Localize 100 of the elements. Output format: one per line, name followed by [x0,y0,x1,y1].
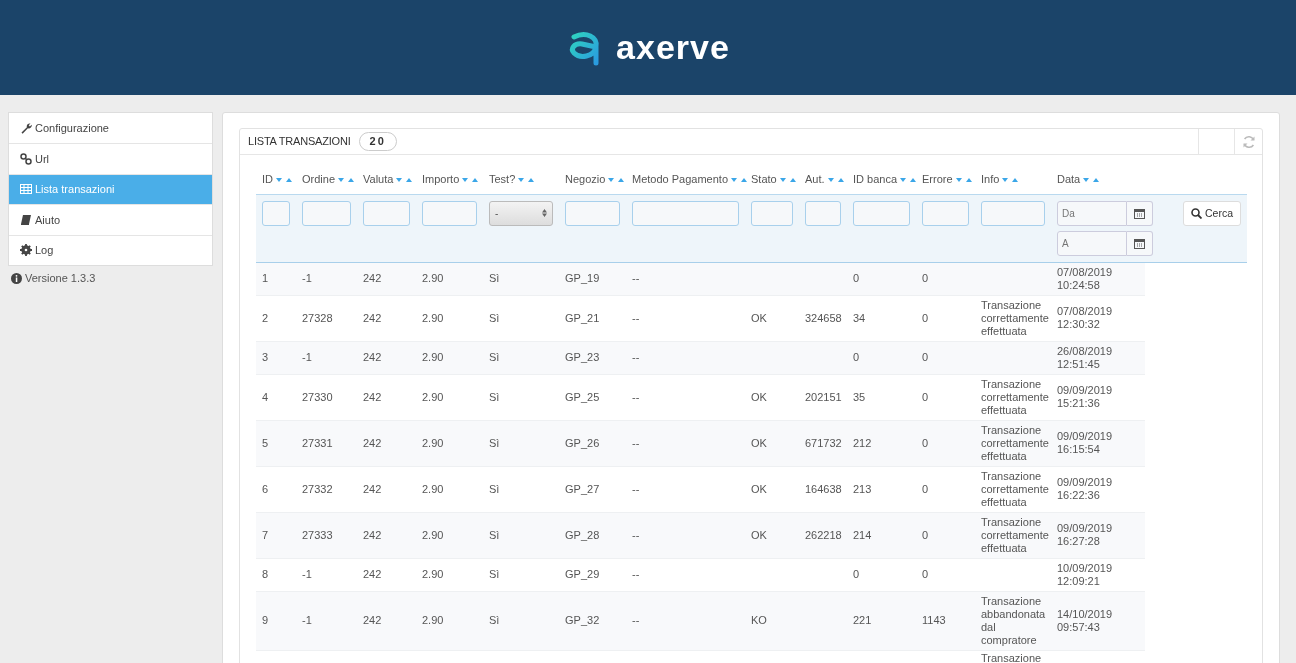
table-cell: 09/09/2019 16:15:54 [1057,430,1113,455]
table-cell: 6 [262,482,269,495]
column-header[interactable]: Data [1057,173,1081,185]
sort-icon [1083,176,1101,184]
date-field[interactable]: A [1057,230,1127,256]
filter-field[interactable] [981,200,1045,226]
table-cell: 8 [262,568,269,580]
calendar-icon [1134,237,1145,249]
table-cell: 27331 [302,436,333,449]
search-icon [1191,207,1202,219]
filter-field[interactable] [805,200,841,226]
gear-icon [20,244,32,257]
table-cell: 27333 [302,528,333,541]
sort-icon [518,176,536,184]
table-cell: 0 [853,272,860,284]
book-icon [20,213,32,226]
table-cell: 5 [262,436,269,449]
table-cell: 2.90 [422,568,444,580]
column-header[interactable]: Info [981,173,1000,185]
table-cell: 242 [363,568,382,580]
version-text: Versione 1.3.3 [25,270,96,286]
table-cell: 0 [853,351,860,363]
table-cell: 2.90 [422,351,444,363]
table-cell: -- [632,614,640,626]
table-cell: 10/09/2019 12:09:21 [1057,561,1113,587]
sort-icon [827,176,845,184]
column-header[interactable]: ID banca [853,173,898,185]
table-cell: 324658 [805,311,842,324]
filter-field[interactable] [632,200,739,226]
table-cell: Sì [489,482,500,495]
calendar-button[interactable] [1127,200,1153,226]
column-header[interactable]: Errore [922,173,953,185]
table-cell: Sì [489,614,500,626]
sort-icon [1002,176,1020,184]
sort-icon [608,176,626,184]
table-cell: Sì [489,568,500,580]
filter-field[interactable] [922,200,969,226]
filter-field[interactable] [565,200,620,226]
info-icon [11,272,22,284]
table-cell: 202151 [805,390,842,403]
table-cell: Transazione correttamente effettuata [981,515,1049,554]
sidebar-item[interactable]: Log [9,234,212,265]
table-cell: 1143 [922,614,946,626]
table-cell: -- [632,311,640,324]
table-cell: 242 [363,390,382,403]
table-cell: 671732 [805,436,842,449]
column-header[interactable]: Negozio [565,173,606,185]
filter-field[interactable] [853,200,910,226]
table-cell: -- [632,482,640,495]
table-cell: 0 [922,482,929,495]
sidebar-item[interactable]: Configurazione [9,113,212,144]
table-cell: OK [751,482,767,495]
table-icon [20,183,32,196]
table-cell: 27328 [302,311,333,324]
table-cell: Sì [489,436,500,449]
filter-field[interactable] [751,200,793,226]
table-cell: 0 [922,272,929,284]
table-cell: 2.90 [422,528,444,541]
calendar-button[interactable] [1127,230,1153,256]
column-header[interactable]: Test? [489,173,516,185]
table-cell: 9 [262,614,269,626]
sort-icon [900,176,918,184]
table-cell: Sì [489,272,500,284]
column-header[interactable]: Valuta [363,173,394,185]
filter-field[interactable] [302,200,351,226]
column-header[interactable]: Ordine [302,173,336,185]
search-button[interactable]: Cerca [1183,200,1241,226]
updown-caret-icon [542,209,547,217]
filter-field[interactable] [363,200,410,226]
table-cell: OK [751,528,767,541]
column-header[interactable]: ID [262,173,273,185]
table-cell: 2.90 [422,482,444,495]
filter-select[interactable]: - [489,200,553,226]
table-cell: 0 [853,568,860,580]
table-cell: 09/09/2019 16:22:36 [1057,476,1113,501]
column-header[interactable]: Stato [751,173,777,185]
column-header[interactable]: Metodo Pagamento [632,173,728,185]
filter-field[interactable] [262,200,290,226]
table-cell: 1 [262,272,269,284]
table-cell: 242 [363,311,382,324]
wrench-icon [20,122,32,135]
table-cell: -- [632,390,640,403]
panel-title: LISTA TRANSAZIONI [248,134,351,150]
table-cell: 164638 [805,482,842,495]
table-cell: 0 [922,528,929,541]
filter-field[interactable] [422,200,477,226]
table-cell: 242 [363,528,382,541]
sidebar-item[interactable]: Url [9,143,212,174]
column-header[interactable]: Aut. [805,173,825,185]
table-cell: 2.90 [422,436,444,449]
table-cell: 2.90 [422,272,444,284]
sidebar-item[interactable]: Aiuto [9,204,212,235]
table-cell: Transazione correttamente effettuata [981,298,1049,337]
table-cell: 27332 [302,482,333,495]
column-header[interactable]: Importo [422,173,460,185]
table-cell: 0 [922,351,929,363]
date-field[interactable]: Da [1057,200,1127,226]
table-cell: 212 [853,436,872,449]
table-cell: 34 [853,311,866,324]
table-cell: 07/08/2019 10:24:58 [1057,265,1113,291]
